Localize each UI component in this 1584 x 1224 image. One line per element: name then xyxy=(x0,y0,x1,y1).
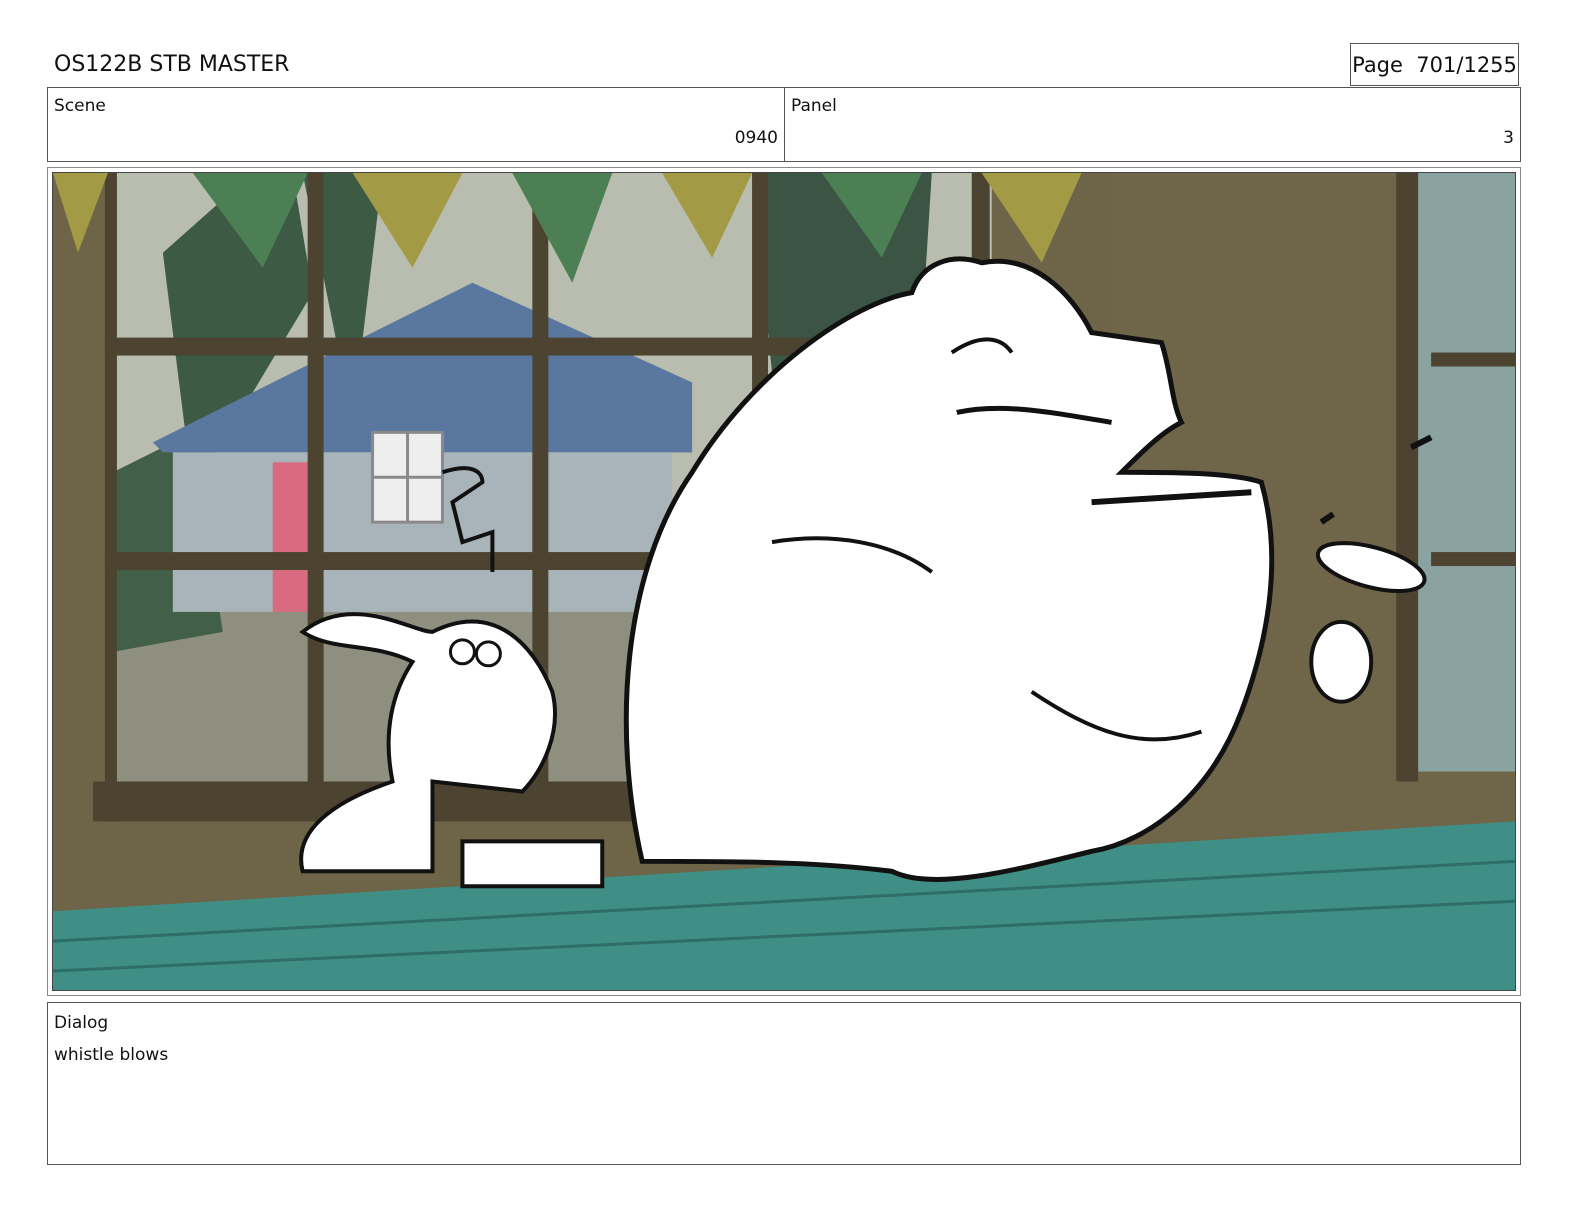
scene-label: Scene xyxy=(54,96,106,116)
scene-number: 0940 xyxy=(734,128,778,148)
storyboard-image xyxy=(52,172,1516,991)
document-title: OS122B STB MASTER xyxy=(54,52,290,77)
storyboard-frame xyxy=(47,167,1521,996)
panel-label: Panel xyxy=(791,96,837,116)
panel-number: 3 xyxy=(1503,128,1514,148)
page-label: Page xyxy=(1352,53,1403,77)
scene-cell: Scene 0940 xyxy=(48,88,785,161)
dialog-label: Dialog xyxy=(54,1013,109,1033)
scene-panel-row: Scene 0940 Panel 3 xyxy=(47,87,1521,162)
panel-cell: Panel 3 xyxy=(785,88,1520,161)
dialog-text: whistle blows xyxy=(54,1045,169,1065)
page-number: 701/1255 xyxy=(1416,53,1517,77)
page-indicator: Page 701/1255 xyxy=(1350,43,1519,86)
dialog-box: Dialog whistle blows xyxy=(47,1002,1521,1165)
storyboard-drawing xyxy=(53,173,1515,990)
